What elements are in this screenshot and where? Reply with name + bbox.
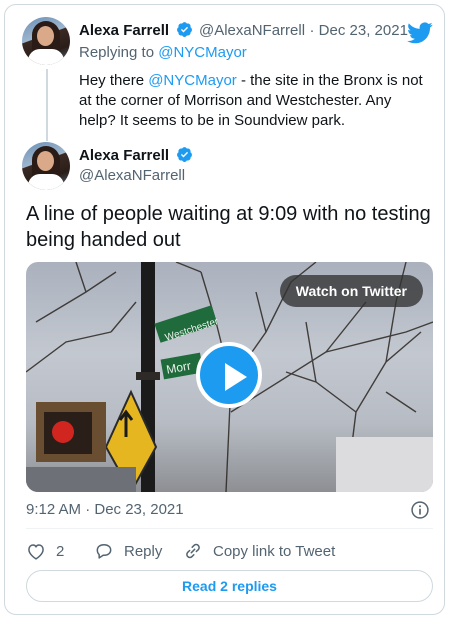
read-replies-button[interactable]: Read 2 replies (26, 570, 433, 602)
author-handle[interactable]: @AlexaNFarrell (199, 22, 305, 39)
reply-tweet-text: Hey there @NYCMayor - the site in the Br… (79, 72, 423, 129)
like-action[interactable]: 2 (26, 541, 64, 561)
replying-to-mention[interactable]: @NYCMayor (158, 44, 247, 61)
link-icon (186, 543, 200, 559)
avatar[interactable] (22, 142, 70, 190)
heart-icon (28, 544, 44, 560)
tweet-timestamp[interactable]: 9:12 AM · Dec 23, 2021 (26, 501, 184, 518)
verified-badge-icon (176, 147, 192, 162)
replying-to-line: Replying to @NYCMayor (79, 44, 247, 61)
divider (26, 528, 433, 529)
tweet-date[interactable]: · Dec 23, 2021 (310, 22, 408, 39)
author-handle[interactable]: @AlexaNFarrell (79, 167, 185, 184)
tweet-embed-card: Alexa Farrell @AlexaNFarrell · Dec 23, 2… (4, 4, 445, 615)
like-count: 2 (56, 542, 65, 560)
verified-badge-icon (176, 22, 192, 37)
play-icon[interactable] (196, 342, 262, 408)
author-name[interactable]: Alexa Farrell (79, 147, 169, 164)
copy-link-action[interactable]: Copy link to Tweet (183, 541, 335, 561)
copy-link-label: Copy link to Tweet (213, 542, 336, 560)
info-icon[interactable] (410, 500, 430, 520)
reply-bubble-icon (96, 544, 112, 559)
watch-on-twitter-button[interactable]: Watch on Twitter (279, 275, 423, 307)
author-name[interactable]: Alexa Farrell (79, 22, 169, 39)
reply-action[interactable]: Reply (94, 541, 162, 561)
tweet-video-thumbnail[interactable]: Westchester Morr Watch on Twitter (26, 262, 433, 492)
mention-link[interactable]: @NYCMayor (148, 72, 237, 89)
reply-tweet-header: Alexa Farrell @AlexaNFarrell · Dec 23, 2… (79, 21, 408, 40)
main-tweet-text: A line of people waiting at 9:09 with no… (26, 203, 431, 251)
reply-label: Reply (124, 542, 163, 560)
thread-connector-line (46, 69, 48, 141)
twitter-bird-icon[interactable] (407, 22, 433, 44)
avatar[interactable] (22, 17, 70, 65)
main-tweet-author: Alexa Farrell (79, 146, 195, 165)
